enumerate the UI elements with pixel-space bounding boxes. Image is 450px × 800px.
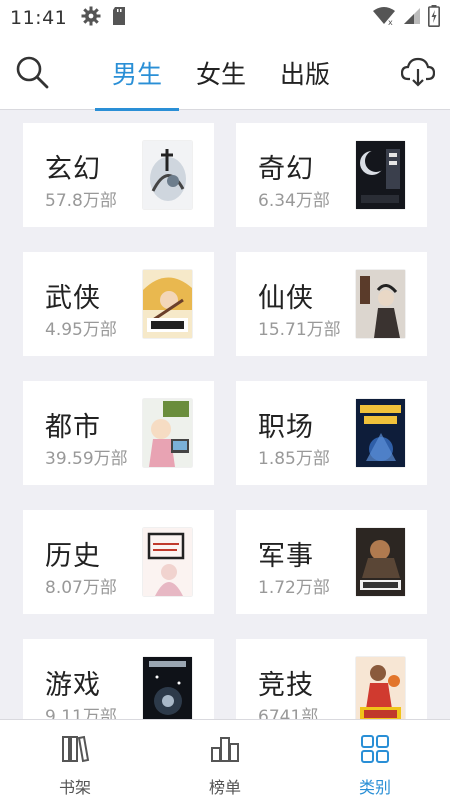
category-card-xianxia[interactable]: 仙侠 15.71万部 (236, 252, 427, 356)
category-name: 仙侠 (258, 283, 314, 314)
battery-charging-icon (428, 5, 440, 31)
category-name: 玄幻 (45, 154, 101, 185)
bottom-nav: 书架 榜单 类别 (0, 719, 450, 800)
category-card-wuxia[interactable]: 武侠 4.95万部 (23, 252, 214, 356)
category-count: 15.71万部 (258, 320, 341, 340)
category-count: 39.59万部 (45, 449, 128, 469)
category-card-junshi[interactable]: 军事 1.72万部 (236, 510, 427, 614)
category-card-youxi[interactable]: 游戏 9.11万部 (23, 639, 214, 719)
nav-ranking[interactable]: 榜单 (150, 720, 300, 800)
book-cover-image (143, 270, 192, 338)
book-cover-image (143, 528, 192, 596)
category-name: 军事 (258, 541, 314, 572)
svg-text:x: x (388, 18, 393, 26)
book-cover-image (143, 399, 192, 467)
category-card-qihuan[interactable]: 奇幻 6.34万部 (236, 123, 427, 227)
search-button[interactable] (14, 56, 50, 92)
category-count: 6.34万部 (258, 191, 330, 211)
download-button[interactable] (400, 56, 436, 92)
category-name: 历史 (45, 541, 101, 572)
category-count: 6741部 (258, 707, 319, 719)
top-nav: 男生 女生 出版 (0, 36, 450, 111)
category-name: 武侠 (45, 283, 101, 314)
nav-category-label: 类别 (358, 778, 391, 797)
nav-ranking-label: 榜单 (208, 778, 241, 797)
tab-female[interactable]: 女生 (179, 36, 263, 110)
category-card-dushi[interactable]: 都市 39.59万部 (23, 381, 214, 485)
sd-card-icon (111, 6, 127, 30)
category-card-jingji[interactable]: 竞技 6741部 (236, 639, 427, 719)
category-card-lishi[interactable]: 历史 8.07万部 (23, 510, 214, 614)
category-count: 4.95万部 (45, 320, 117, 340)
category-grid: 玄幻 57.8万部 奇幻 6.34万部 武侠 4.95万部 仙侠 15.71万部… (0, 111, 450, 719)
gear-icon (81, 6, 101, 30)
ranking-icon (210, 734, 240, 768)
category-count: 57.8万部 (45, 191, 117, 211)
nav-category[interactable]: 类别 (300, 720, 450, 800)
cloud-download-icon (400, 57, 436, 91)
gender-tabs: 男生 女生 出版 (95, 36, 347, 111)
book-cover-image (356, 528, 405, 596)
cell-signal-icon (402, 6, 422, 30)
category-card-zhichang[interactable]: 职场 1.85万部 (236, 381, 427, 485)
category-name: 奇幻 (258, 154, 314, 185)
category-grid-icon (360, 734, 390, 768)
category-name: 都市 (45, 412, 101, 443)
book-cover-image (143, 657, 192, 719)
book-cover-image (356, 270, 405, 338)
book-cover-image (356, 399, 405, 467)
book-cover-image (356, 141, 405, 209)
book-cover-image (356, 657, 405, 719)
category-count: 8.07万部 (45, 578, 117, 598)
book-cover-image (143, 141, 192, 209)
bookshelf-icon (60, 734, 90, 768)
category-count: 1.72万部 (258, 578, 330, 598)
category-count: 1.85万部 (258, 449, 330, 469)
status-time: 11:41 (10, 7, 68, 29)
tab-male[interactable]: 男生 (95, 36, 179, 111)
wifi-icon: x (372, 6, 396, 30)
nav-bookshelf-label: 书架 (58, 778, 91, 797)
search-icon (15, 55, 49, 93)
category-count: 9.11万部 (45, 707, 117, 719)
category-name: 游戏 (45, 670, 101, 701)
category-name: 竞技 (258, 670, 314, 701)
tab-publish[interactable]: 出版 (263, 36, 347, 110)
nav-bookshelf[interactable]: 书架 (0, 720, 150, 800)
category-card-xuanhuan[interactable]: 玄幻 57.8万部 (23, 123, 214, 227)
status-bar: 11:41 x (0, 0, 450, 36)
category-name: 职场 (258, 412, 314, 443)
